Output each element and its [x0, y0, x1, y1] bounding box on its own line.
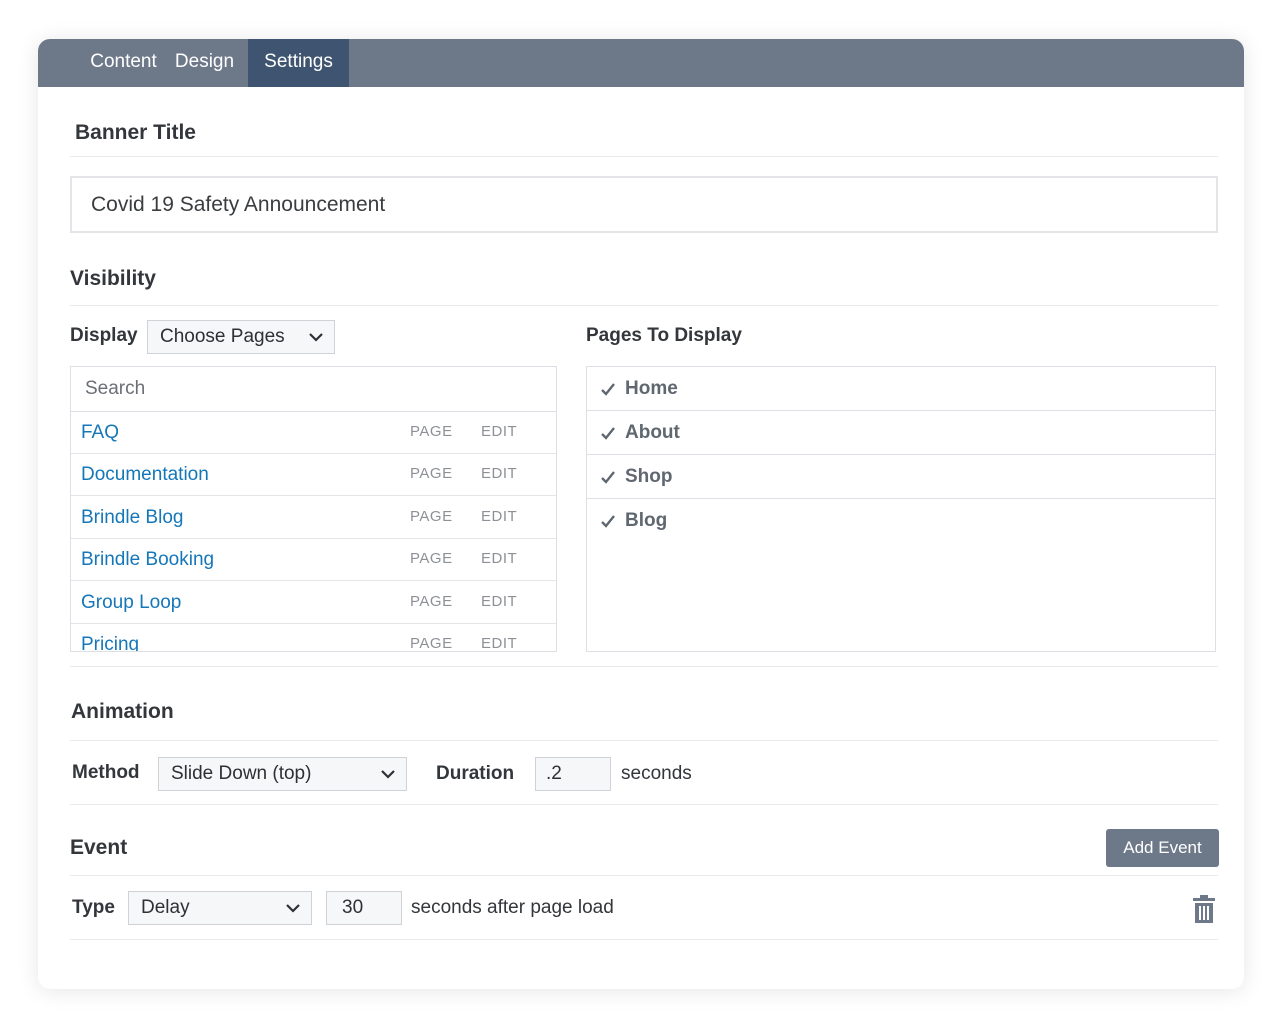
page-link-faq[interactable]: FAQ: [81, 422, 119, 444]
divider: [70, 156, 1218, 157]
selected-page-label: Home: [625, 378, 678, 399]
page-list: FAQ PAGE EDIT Documentation PAGE EDIT Br…: [70, 366, 557, 652]
page-link-pricing[interactable]: Pricing: [81, 634, 139, 651]
method-select[interactable]: Slide Down (top): [158, 757, 407, 791]
selected-page-item[interactable]: Blog: [587, 499, 1215, 543]
selected-page-item[interactable]: About: [587, 411, 1215, 455]
method-label: Method: [72, 762, 140, 783]
selected-page-item[interactable]: Home: [587, 367, 1215, 411]
list-item: Group Loop PAGE EDIT: [71, 582, 556, 624]
check-icon: [601, 515, 615, 528]
animation-heading: Animation: [71, 700, 174, 723]
edit-button[interactable]: EDIT: [481, 508, 517, 525]
edit-button[interactable]: EDIT: [481, 635, 517, 651]
selected-pages-list: Home About Shop Blog: [586, 366, 1216, 652]
check-icon: [601, 427, 615, 440]
page-link-brindle-booking[interactable]: Brindle Booking: [81, 549, 214, 571]
type-label: Type: [72, 897, 115, 918]
add-event-button[interactable]: Add Event: [1106, 829, 1219, 867]
page-button[interactable]: PAGE: [410, 635, 453, 651]
list-item: Brindle Booking PAGE EDIT: [71, 539, 556, 581]
edit-button[interactable]: EDIT: [481, 550, 517, 567]
display-label: Display: [70, 325, 138, 346]
delay-input[interactable]: [326, 891, 402, 925]
page-link-documentation[interactable]: Documentation: [81, 464, 209, 486]
search-input[interactable]: [71, 367, 556, 412]
chevron-down-icon: [309, 333, 323, 342]
duration-input[interactable]: [535, 757, 611, 791]
edit-button[interactable]: EDIT: [481, 465, 517, 482]
selected-page-item[interactable]: Shop: [587, 455, 1215, 499]
selected-page-label: Blog: [625, 510, 668, 531]
check-icon: [601, 471, 615, 484]
list-item: Brindle Blog PAGE EDIT: [71, 497, 556, 539]
page-button[interactable]: PAGE: [410, 423, 453, 440]
edit-button[interactable]: EDIT: [481, 423, 517, 440]
banner-title-input[interactable]: [70, 176, 1218, 233]
type-select[interactable]: Delay: [128, 891, 312, 925]
settings-panel: Content Design Settings Banner Title Vis…: [38, 39, 1244, 989]
tab-bar: Content Design Settings: [38, 39, 1244, 87]
delay-suffix: seconds after page load: [411, 897, 614, 918]
edit-button[interactable]: EDIT: [481, 593, 517, 610]
page-button[interactable]: PAGE: [410, 465, 453, 482]
page-link-brindle-blog[interactable]: Brindle Blog: [81, 507, 183, 529]
divider: [70, 939, 1218, 940]
trash-icon[interactable]: [1193, 895, 1215, 923]
event-heading: Event: [70, 836, 128, 859]
divider: [70, 740, 1218, 741]
list-item: Pricing PAGE EDIT: [71, 624, 556, 651]
banner-title-heading: Banner Title: [75, 121, 196, 144]
check-icon: [601, 383, 615, 396]
pages-to-display-heading: Pages To Display: [586, 325, 742, 346]
list-item: Documentation PAGE EDIT: [71, 454, 556, 496]
chevron-down-icon: [286, 904, 300, 913]
selected-page-label: Shop: [625, 466, 673, 487]
chevron-down-icon: [381, 770, 395, 779]
page-button[interactable]: PAGE: [410, 593, 453, 610]
selected-page-label: About: [625, 422, 680, 443]
divider: [70, 666, 1218, 667]
display-select-value: Choose Pages: [160, 326, 285, 347]
duration-label: Duration: [436, 763, 515, 784]
page-button[interactable]: PAGE: [410, 550, 453, 567]
divider: [70, 875, 1218, 876]
type-select-value: Delay: [141, 897, 190, 918]
page-button[interactable]: PAGE: [410, 508, 453, 525]
display-select[interactable]: Choose Pages: [147, 320, 335, 354]
visibility-heading: Visibility: [70, 267, 156, 290]
tab-design[interactable]: Design: [162, 39, 247, 87]
method-select-value: Slide Down (top): [171, 763, 312, 784]
list-item: FAQ PAGE EDIT: [71, 412, 556, 454]
duration-unit: seconds: [621, 763, 692, 784]
tab-settings[interactable]: Settings: [248, 39, 349, 87]
page-link-group-loop[interactable]: Group Loop: [81, 592, 181, 614]
divider: [70, 305, 1218, 306]
divider: [70, 804, 1218, 805]
